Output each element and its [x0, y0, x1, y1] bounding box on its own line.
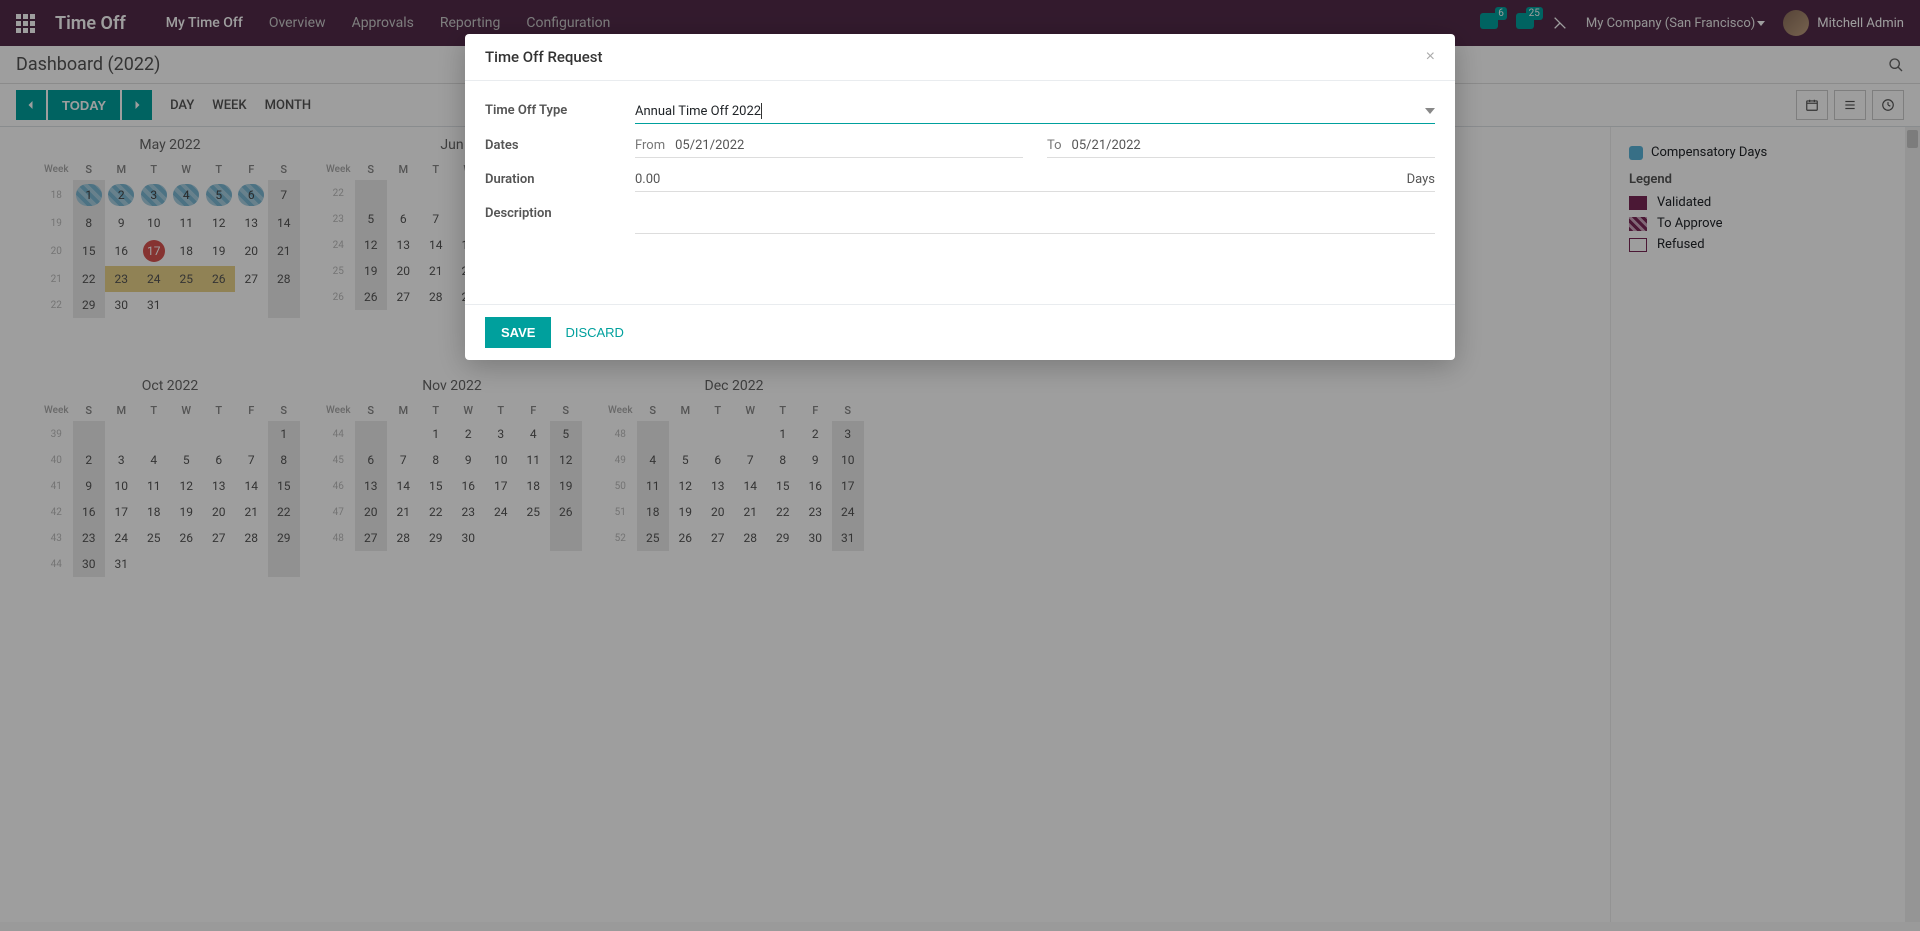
discard-button[interactable]: DISCARD [565, 325, 624, 340]
description-input[interactable] [635, 210, 1435, 225]
label-from: From [635, 138, 665, 153]
duration-unit: Days [1407, 172, 1435, 187]
label-duration: Duration [485, 168, 635, 187]
label-description: Description [485, 202, 635, 221]
modal-footer: SAVE DISCARD [465, 304, 1455, 360]
duration-input[interactable] [635, 172, 1355, 187]
row-duration: Duration Days [485, 168, 1435, 192]
save-button[interactable]: SAVE [485, 317, 551, 348]
dates-group: From To [635, 134, 1435, 158]
time-off-request-modal: Time Off Request × Time Off Type Annual … [465, 34, 1455, 360]
dropdown-icon[interactable] [1425, 108, 1435, 114]
field-type[interactable]: Annual Time Off 2022 [635, 99, 1435, 124]
label-dates: Dates [485, 134, 635, 153]
type-value: Annual Time Off 2022 [635, 104, 761, 119]
modal-header: Time Off Request × [465, 34, 1455, 81]
field-description[interactable] [635, 202, 1435, 234]
text-cursor [761, 103, 762, 119]
row-type: Time Off Type Annual Time Off 2022 [485, 99, 1435, 124]
modal-title: Time Off Request [485, 48, 603, 66]
from-date-input[interactable] [675, 138, 1023, 153]
modal-body: Time Off Type Annual Time Off 2022 Dates… [465, 81, 1455, 304]
field-duration: Days [635, 168, 1435, 192]
to-date-input[interactable] [1072, 138, 1435, 153]
close-button[interactable]: × [1426, 48, 1435, 66]
label-type: Time Off Type [485, 99, 635, 118]
label-to: To [1047, 138, 1062, 153]
row-description: Description [485, 202, 1435, 234]
row-dates: Dates From To [485, 134, 1435, 158]
